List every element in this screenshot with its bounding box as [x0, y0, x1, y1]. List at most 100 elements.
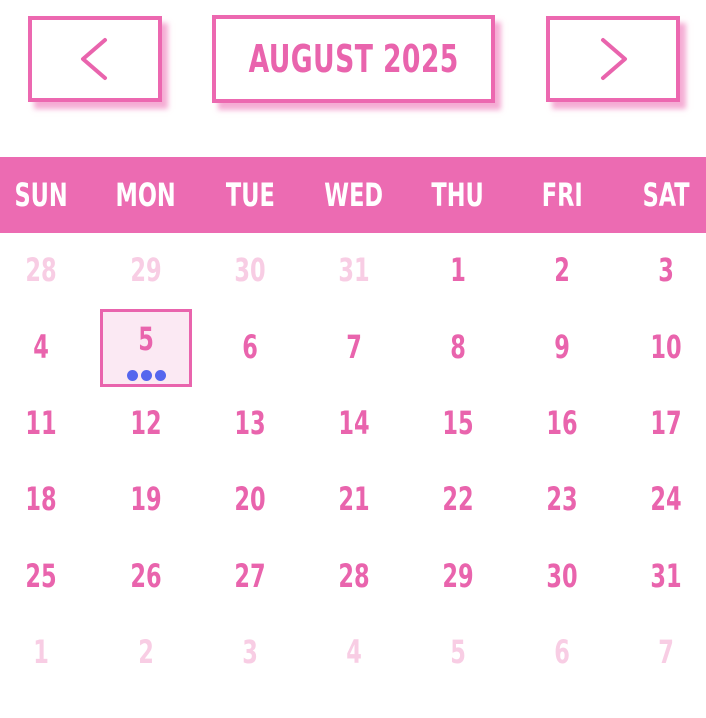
day-cell[interactable]: 3	[626, 240, 706, 300]
day-number: 3	[242, 633, 258, 671]
day-cell[interactable]: 16	[522, 393, 602, 453]
day-number: 12	[130, 404, 162, 442]
weekday-sat: SAT	[616, 157, 706, 233]
day-number: 7	[346, 328, 362, 366]
day-number: 27	[234, 557, 266, 595]
day-cell[interactable]: 20	[210, 469, 290, 529]
day-cell-outside-month[interactable]: 3	[210, 622, 290, 682]
day-cell[interactable]: 17	[626, 393, 706, 453]
day-cell[interactable]: 4	[1, 317, 81, 377]
day-cell[interactable]: 11	[1, 393, 81, 453]
day-cell[interactable]: 23	[522, 469, 602, 529]
day-number: 16	[546, 404, 578, 442]
weekday-tue: TUE	[200, 157, 300, 233]
weekday-label: FRI	[541, 176, 583, 214]
day-number: 17	[650, 404, 682, 442]
day-cell[interactable]: 2	[522, 240, 602, 300]
day-number: 1	[33, 633, 49, 671]
month-title-box: AUGUST 2025	[212, 15, 495, 103]
weekday-label: WED	[324, 176, 384, 214]
next-month-button[interactable]	[546, 16, 680, 102]
day-cell-outside-month[interactable]: 29	[106, 240, 186, 300]
previous-month-button[interactable]	[28, 16, 162, 102]
day-cell[interactable]: 31	[626, 546, 706, 606]
month-title: AUGUST 2025	[248, 37, 459, 81]
day-number: 8	[450, 328, 466, 366]
day-number: 29	[130, 251, 162, 289]
day-number: 28	[25, 251, 57, 289]
event-dot	[141, 370, 152, 381]
day-cell-outside-month[interactable]: 7	[626, 622, 706, 682]
day-number: 5	[450, 633, 466, 671]
day-cell-outside-month[interactable]: 30	[210, 240, 290, 300]
weekday-label: THU	[431, 176, 485, 214]
day-cell[interactable]: 30	[522, 546, 602, 606]
day-number: 15	[442, 404, 474, 442]
day-cell[interactable]: 22	[418, 469, 498, 529]
weekday-thu: THU	[408, 157, 508, 233]
weekday-label: SUN	[14, 176, 68, 214]
day-cell[interactable]: 19	[106, 469, 186, 529]
day-number: 31	[338, 251, 370, 289]
day-number: 20	[234, 480, 266, 518]
day-number: 2	[554, 251, 570, 289]
weekday-label: TUE	[225, 176, 275, 214]
day-number: 7	[658, 633, 674, 671]
day-cell[interactable]: 26	[106, 546, 186, 606]
day-cell[interactable]: 21	[314, 469, 394, 529]
day-number: 4	[346, 633, 362, 671]
day-number: 2	[138, 633, 154, 671]
day-cell[interactable]: 28	[314, 546, 394, 606]
day-cell[interactable]: 7	[314, 317, 394, 377]
day-number: 14	[338, 404, 370, 442]
weekday-mon: MON	[96, 157, 196, 233]
weekday-label: MON	[115, 176, 177, 214]
day-number: 23	[546, 480, 578, 518]
day-number: 4	[33, 328, 49, 366]
day-cell[interactable]: 1	[418, 240, 498, 300]
day-number: 6	[242, 328, 258, 366]
day-number: 6	[554, 633, 570, 671]
chevron-left-icon	[81, 38, 107, 80]
day-number: 13	[234, 404, 266, 442]
day-cell-outside-month[interactable]: 2	[106, 622, 186, 682]
day-cell-outside-month[interactable]: 6	[522, 622, 602, 682]
day-number: 19	[130, 480, 162, 518]
day-cell-outside-month[interactable]: 5	[418, 622, 498, 682]
day-cell[interactable]: 6	[210, 317, 290, 377]
day-cell[interactable]: 12	[106, 393, 186, 453]
day-number: 30	[546, 557, 578, 595]
event-dot	[127, 370, 138, 381]
day-cell[interactable]: 27	[210, 546, 290, 606]
day-number: 30	[234, 251, 266, 289]
day-cell-outside-month[interactable]: 4	[314, 622, 394, 682]
day-cell-outside-month[interactable]: 28	[1, 240, 81, 300]
day-number: 22	[442, 480, 474, 518]
day-number: 9	[554, 328, 570, 366]
day-number: 31	[650, 557, 682, 595]
weekday-label: SAT	[642, 176, 690, 214]
event-indicator	[127, 370, 166, 381]
day-number: 28	[338, 557, 370, 595]
weekday-header: SUN MON TUE WED THU FRI SAT	[0, 157, 706, 233]
day-cell[interactable]: 14	[314, 393, 394, 453]
day-cell[interactable]: 10	[626, 317, 706, 377]
day-cell[interactable]: 8	[418, 317, 498, 377]
weekday-wed: WED	[304, 157, 404, 233]
day-cell-outside-month[interactable]: 31	[314, 240, 394, 300]
day-cell[interactable]: 18	[1, 469, 81, 529]
day-cell[interactable]: 15	[418, 393, 498, 453]
weekday-fri: FRI	[512, 157, 612, 233]
day-number: 5	[138, 320, 154, 358]
selected-day-cell[interactable]: 5	[100, 309, 192, 387]
day-cell[interactable]: 29	[418, 546, 498, 606]
event-dot	[155, 370, 166, 381]
day-cell-outside-month[interactable]: 1	[1, 622, 81, 682]
day-number: 1	[450, 251, 466, 289]
day-cell[interactable]: 13	[210, 393, 290, 453]
day-cell[interactable]: 9	[522, 317, 602, 377]
day-cell[interactable]: 24	[626, 469, 706, 529]
day-number: 10	[650, 328, 682, 366]
day-number: 24	[650, 480, 682, 518]
day-cell[interactable]: 25	[1, 546, 81, 606]
